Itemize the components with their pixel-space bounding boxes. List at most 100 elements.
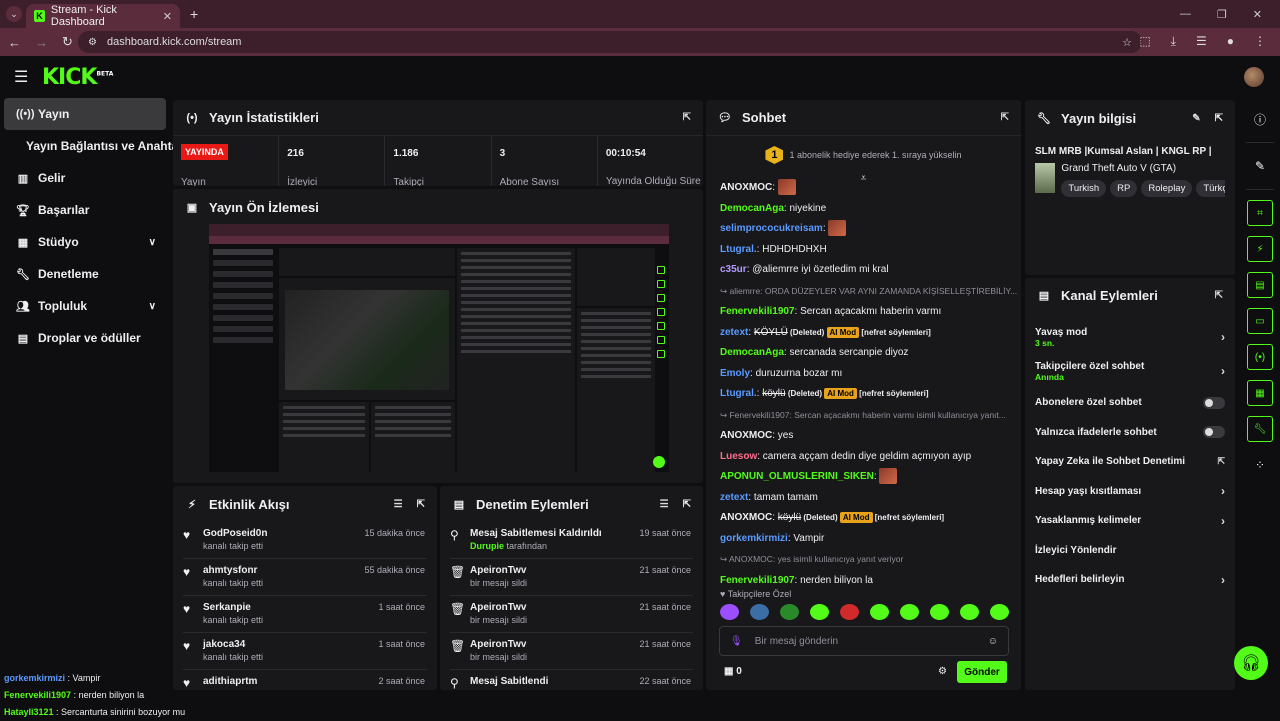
profile-icon[interactable]: ● <box>1227 34 1234 49</box>
chat-message[interactable]: Luesow: camera aççam dedin diye geldim a… <box>706 447 1021 468</box>
chat-username[interactable]: zetext <box>720 492 748 503</box>
browser-tab[interactable]: K Stream - Kick Dashboard ✕ <box>26 4 180 28</box>
emote-only-toggle[interactable] <box>1203 426 1225 439</box>
tag[interactable]: Turkish <box>1061 180 1107 197</box>
chat-message[interactable]: zetext: KÖYLÜ (Deleted) AI Mod [nefret s… <box>706 323 1021 344</box>
chat-reply-context[interactable]: ↪ ANOXMOC: yes isimli kullanıcıya yanıt … <box>706 549 1021 571</box>
sidebar-item-stream-key[interactable]: Yayın Bağlantısı ve Anahtarı <box>0 130 186 162</box>
emote-icon[interactable] <box>960 604 979 620</box>
info-icon[interactable]: ⓘ <box>1247 106 1273 132</box>
category-name[interactable]: Grand Theft Auto V (GTA) <box>1061 163 1225 174</box>
chat-username[interactable]: APONUN_OLMUSLERINI_SIKEN <box>720 471 874 482</box>
chat-bubble-icon[interactable]: ▭ <box>1247 308 1273 334</box>
tab-search-icon[interactable]: ⌄ <box>6 6 22 22</box>
activity-user[interactable]: GodPoseid0n <box>203 528 364 539</box>
chat-settings-gear-icon[interactable]: ⚙ <box>938 666 947 677</box>
popout-icon[interactable]: ⇱ <box>1001 112 1009 123</box>
mod-action-user[interactable]: ApeironTwv <box>470 639 639 650</box>
kick-logo[interactable]: KICKBETA <box>42 65 113 90</box>
chat-username[interactable]: DemocanAga <box>720 347 784 358</box>
emote-icon[interactable] <box>810 604 829 620</box>
chat-message[interactable]: ANOXMOC: köylü (Deleted) AI Mod [nefret … <box>706 508 1021 529</box>
activity-user[interactable]: ahmtysfonr <box>203 565 364 576</box>
chat-message[interactable]: Fenervekili1907: Sercan açacakmı haberin… <box>706 302 1021 323</box>
chat-message[interactable]: Fenervekili1907: nerden biliyon la <box>706 571 1021 585</box>
broadcast-icon[interactable]: (•) <box>1247 344 1273 370</box>
chat-emote[interactable] <box>828 220 847 237</box>
popout-icon[interactable]: ⇱ <box>683 112 691 123</box>
emote-icon[interactable] <box>840 604 859 620</box>
popout-icon[interactable]: ⇱ <box>1215 113 1223 124</box>
sidebar-item-studyo[interactable]: ▦ Stüdyo ∨ <box>0 226 170 258</box>
chat-username[interactable]: Ltugral. <box>720 388 757 399</box>
forward-icon[interactable]: → <box>35 35 48 50</box>
emoji-picker-icon[interactable]: ☺ <box>988 636 998 647</box>
chat-message[interactable]: selimprococukreisam: <box>706 219 1021 240</box>
sidebar-item-basarilar[interactable]: 🏆︎ Başarılar <box>0 194 170 226</box>
chat-username[interactable]: Fenervekili1907 <box>720 575 795 585</box>
minimize-icon[interactable]: — <box>1180 8 1191 21</box>
microphone-icon[interactable]: 🎙︎ <box>730 636 743 647</box>
chat-username[interactable]: Luesow <box>720 451 757 462</box>
channel-actions-icon[interactable]: ▦ <box>1247 380 1273 406</box>
send-button[interactable]: Gönder <box>957 661 1007 683</box>
chat-emote[interactable] <box>777 179 796 196</box>
download-icon[interactable]: ⤓ <box>1171 34 1176 49</box>
new-tab-icon[interactable]: + <box>190 6 198 22</box>
tag[interactable]: Roleplay <box>1141 180 1193 197</box>
banned-words-row[interactable]: Yasaklanmış kelimeler › <box>1025 506 1235 536</box>
chat-username[interactable]: Emoly <box>720 368 750 379</box>
activity-user[interactable]: jakoca34 <box>203 639 378 650</box>
support-headset-icon[interactable]: 🎧︎ <box>1234 646 1268 680</box>
add-widget-icon[interactable]: ⁘ <box>1247 452 1273 478</box>
chat-reply-context[interactable]: ↪ aliemrre: ORDA DÜZEYLER VAR AYNI ZAMAN… <box>706 281 1021 303</box>
subs-only-toggle[interactable] <box>1203 396 1225 409</box>
emote-icon[interactable] <box>930 604 949 620</box>
clip-icon[interactable]: ⌗ <box>1247 200 1273 226</box>
emote-icon[interactable] <box>720 604 739 620</box>
restore-icon[interactable]: ❐ <box>1217 8 1227 21</box>
mod-action-user[interactable]: ApeironTwv <box>470 565 639 576</box>
lightning-icon[interactable]: ⚡︎ <box>1247 236 1273 262</box>
sidebar-item-droplar[interactable]: ▤ Droplar ve ödüller <box>0 322 170 354</box>
chat-message[interactable]: zetext: tamam tamam <box>706 488 1021 509</box>
chat-message-input[interactable]: 🎙︎ Bir mesaj gönderin ☺ <box>719 626 1009 656</box>
chat-message[interactable]: Emoly: duruzurna bozar mı <box>706 364 1021 385</box>
edit-pencil-icon[interactable]: ✎ <box>1192 113 1200 124</box>
followers-only-row[interactable]: Takipçilere özel sohbet Anında › <box>1025 354 1235 388</box>
chat-username[interactable]: zetext <box>720 327 748 338</box>
bookmark-star-icon[interactable]: ☆ <box>1122 36 1132 49</box>
hamburger-menu-icon[interactable]: ☰ <box>14 67 28 87</box>
chat-message[interactable]: c35ur: @aliemrre iyi özetledim mi kral <box>706 260 1021 281</box>
chat-message[interactable]: DemocanAga: sercanada sercanpie diyoz <box>706 343 1021 364</box>
stream-preview-video[interactable] <box>209 224 669 472</box>
mod-user[interactable]: Durupie <box>470 541 504 551</box>
gift-leaderboard-banner[interactable]: 1 1 abonelik hediye ederek 1. sıraya yük… <box>706 136 1021 174</box>
mod-action-user[interactable]: ApeironTwv <box>470 602 639 613</box>
chat-message[interactable]: APONUN_OLMUSLERINI_SIKEN: <box>706 467 1021 488</box>
filter-icon[interactable]: ☰ <box>660 499 669 510</box>
chat-username[interactable]: DemocanAga <box>720 203 784 214</box>
chat-username[interactable]: selimprococukreisam <box>720 223 823 234</box>
popout-icon[interactable]: ⇱ <box>417 499 425 510</box>
chat-message[interactable]: gorkemkirmizi: Vampir <box>706 529 1021 550</box>
site-info-icon[interactable]: ⚙ <box>88 37 97 48</box>
back-icon[interactable]: ← <box>8 35 21 50</box>
chat-username[interactable]: ANOXMOC <box>720 512 772 523</box>
emote-icon[interactable] <box>750 604 769 620</box>
sidebar-item-denetleme[interactable]: 🔧︎ Denetleme <box>0 258 170 290</box>
chat-username[interactable]: ANOXMOC <box>720 430 772 441</box>
reload-icon[interactable]: ↻ <box>62 34 73 50</box>
chat-message[interactable]: ANOXMOC: yes <box>706 426 1021 447</box>
emote-icon[interactable] <box>780 604 799 620</box>
activity-user[interactable]: adithiaprtm <box>203 676 378 687</box>
edit-pencil-icon[interactable]: ✎ <box>1247 153 1273 179</box>
emote-icon[interactable] <box>870 604 889 620</box>
chat-message[interactable]: Ltugral.: HDHDHDHXH <box>706 240 1021 261</box>
address-bar[interactable]: ⚙ dashboard.kick.com/stream ☆ <box>78 31 1142 53</box>
chat-message[interactable]: Ltugral.: köylü (Deleted) AI Mod [nefret… <box>706 384 1021 405</box>
account-age-row[interactable]: Hesap yaşı kısıtlaması › <box>1025 477 1235 507</box>
chat-username[interactable]: Fenervekili1907 <box>720 306 795 317</box>
document-icon[interactable]: ▤ <box>1247 272 1273 298</box>
chat-username[interactable]: c35ur <box>720 264 747 275</box>
